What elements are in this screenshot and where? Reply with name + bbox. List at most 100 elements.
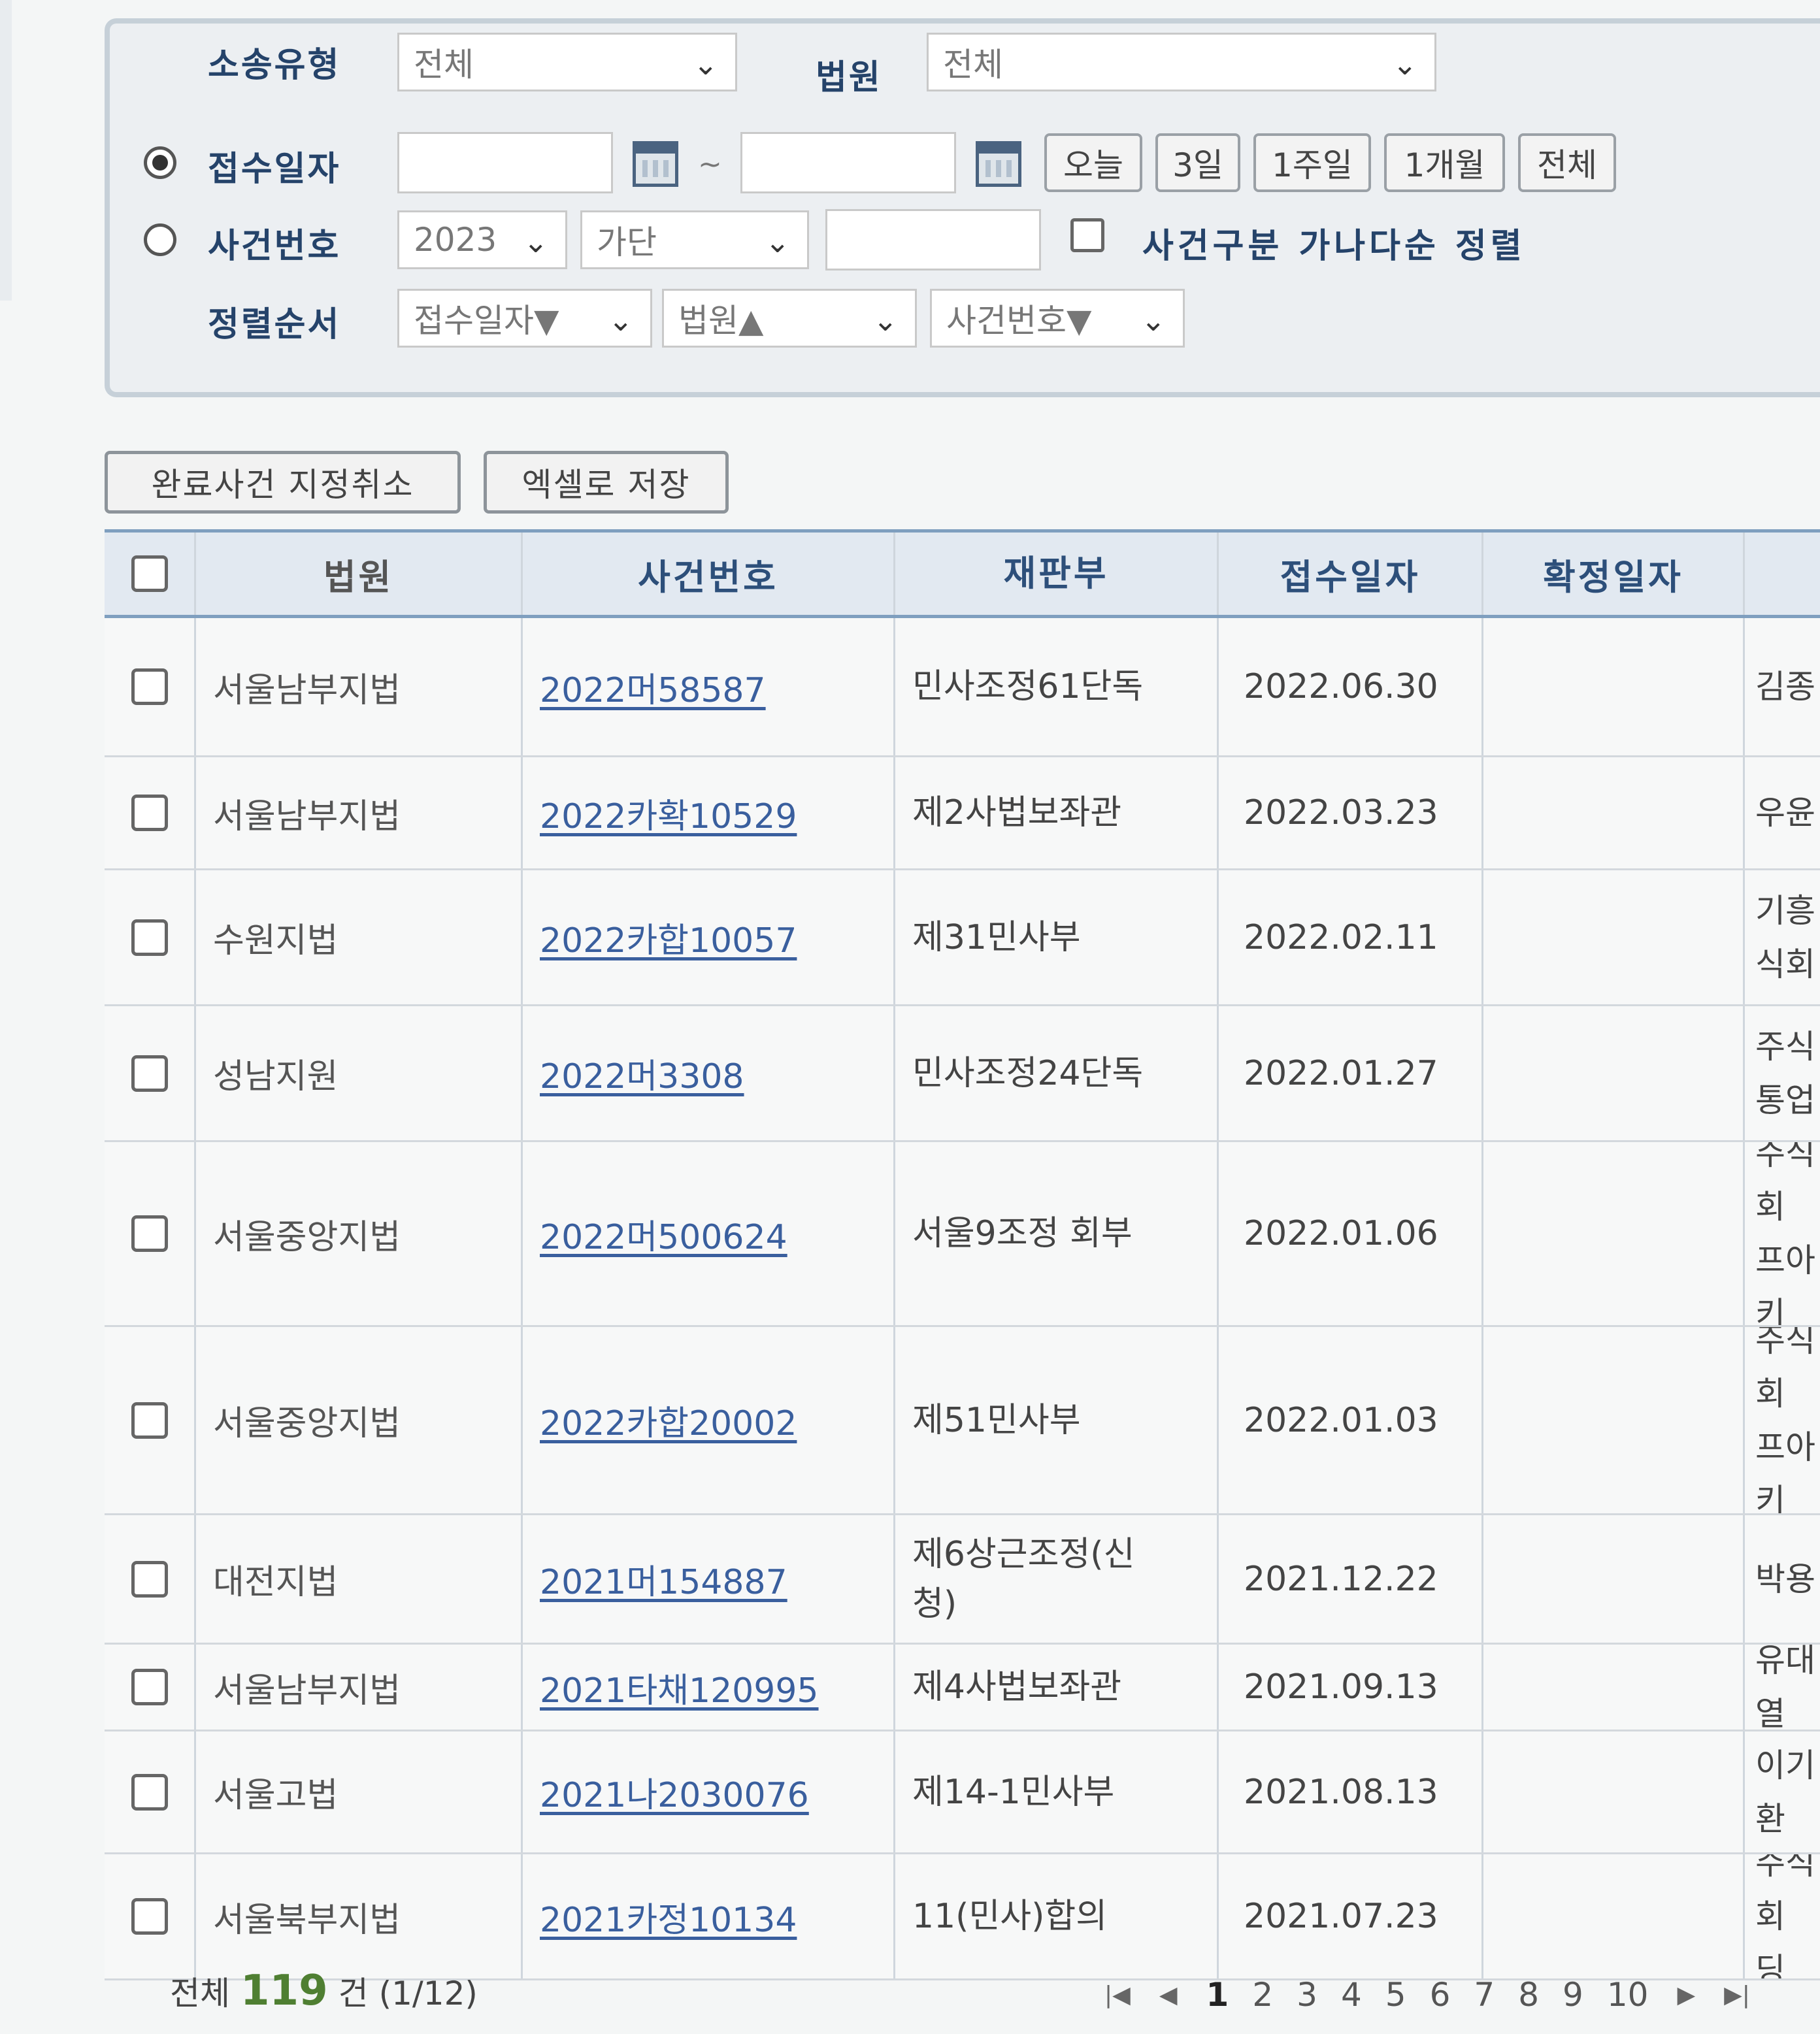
table-row[interactable]: 성남지원 2022머3308 민사조정24단독 2022.01.27 주식 통업 xyxy=(105,1006,1820,1142)
case-type-label: 소송유형 xyxy=(208,45,341,85)
cancel-completed-button[interactable]: 완료사건 지정취소 xyxy=(105,451,461,514)
page-number-link[interactable]: 6 xyxy=(1430,1976,1451,2014)
case-number-link[interactable]: 2022카확10529 xyxy=(540,789,797,838)
calendar-icon[interactable] xyxy=(633,141,678,187)
case-year-value: 2023 xyxy=(414,221,497,259)
case-number-cell: 2021나2030076 xyxy=(523,1731,895,1852)
case-number-link[interactable]: 2022머500624 xyxy=(540,1209,787,1258)
confirmed-date-cell xyxy=(1483,1327,1745,1513)
header-court[interactable]: 법원 xyxy=(196,533,523,615)
department-cell: 서울9조정 회부 xyxy=(895,1142,1219,1325)
case-number-link[interactable]: 2022머3308 xyxy=(540,1049,744,1098)
total-count: 119 xyxy=(240,1967,328,2015)
receipt-date-label: 접수일자 xyxy=(208,150,341,189)
page-number-link[interactable]: 8 xyxy=(1518,1976,1539,2014)
court-cell: 서울남부지법 xyxy=(196,618,523,755)
case-number-cell: 2022머3308 xyxy=(523,1006,895,1140)
sort-1-select[interactable]: 접수일자▼ ⌄ xyxy=(397,289,652,348)
date-separator: ~ xyxy=(698,148,722,181)
date-to-input[interactable] xyxy=(740,132,956,193)
row-checkbox[interactable] xyxy=(131,1560,168,1598)
table-row[interactable]: 서울북부지법 2021카정10134 11(민사)합의 2021.07.23 주식회 딩 xyxy=(105,1854,1820,1980)
table-row[interactable]: 서울남부지법 2022머58587 민사조정61단독 2022.06.30 김종 xyxy=(105,618,1820,757)
court-cell: 서울북부지법 xyxy=(196,1854,523,1978)
date-from-input[interactable] xyxy=(397,132,613,193)
case-type-select[interactable]: 전체 ⌄ xyxy=(397,33,737,91)
table-row[interactable]: 대전지법 2021머154887 제6상근조정(신 청) 2021.12.22 박용 xyxy=(105,1515,1820,1645)
page-number-link[interactable]: 4 xyxy=(1341,1976,1362,2014)
table-row[interactable]: 수원지법 2022카합10057 제31민사부 2022.02.11 기흥 식회 xyxy=(105,870,1820,1006)
quick-range-today-button[interactable]: 오늘 xyxy=(1044,133,1142,192)
sort-2-select[interactable]: 법원▲ ⌄ xyxy=(662,289,917,348)
confirmed-date-cell xyxy=(1483,1142,1745,1325)
chevron-down-icon: ⌄ xyxy=(608,303,633,338)
table-row[interactable]: 서울남부지법 2021타채120995 제4사법보좌관 2021.09.13 유대열 xyxy=(105,1645,1820,1731)
chevron-down-icon: ⌄ xyxy=(1140,303,1166,338)
case-number-radio[interactable] xyxy=(144,223,176,256)
row-checkbox[interactable] xyxy=(131,1773,168,1811)
total-prefix: 전체 xyxy=(170,1975,230,2012)
chevron-down-icon: ⌄ xyxy=(1392,46,1417,82)
case-number-link[interactable]: 2021타채120995 xyxy=(540,1663,819,1712)
department-cell: 제31민사부 xyxy=(895,870,1219,1004)
case-number-link[interactable]: 2021카정10134 xyxy=(540,1892,797,1941)
save-excel-button[interactable]: 엑셀로 저장 xyxy=(484,451,729,514)
total-suffix: 건 xyxy=(338,1975,369,2012)
pagination: |◀ ◀ 1 2 3 4 5 6 7 8 9 10 ▶ ▶| xyxy=(1104,1976,1750,2014)
last-page-icon[interactable]: ▶| xyxy=(1724,1982,1750,2009)
case-number-link[interactable]: 2022머58587 xyxy=(540,663,766,712)
chevron-down-icon: ⌄ xyxy=(523,224,548,259)
page-number-link[interactable]: 5 xyxy=(1385,1976,1406,2014)
court-cell: 서울중앙지법 xyxy=(196,1327,523,1513)
calendar-icon[interactable] xyxy=(976,141,1021,187)
case-number-link[interactable]: 2021머154887 xyxy=(540,1554,787,1603)
next-page-icon[interactable]: ▶ xyxy=(1677,1982,1695,2009)
page-number-link[interactable]: 9 xyxy=(1563,1976,1583,2014)
case-number-cell: 2022머58587 xyxy=(523,618,895,755)
case-serial-input[interactable] xyxy=(825,209,1041,271)
page-number-link[interactable]: 7 xyxy=(1474,1976,1495,2014)
header-case-number[interactable]: 사건번호 xyxy=(523,533,895,615)
court-select[interactable]: 전체 ⌄ xyxy=(927,33,1436,91)
party-cell: 이기환 xyxy=(1755,1746,1815,1838)
sort-by-type-checkbox[interactable] xyxy=(1070,218,1104,252)
row-checkbox[interactable] xyxy=(131,1898,168,1935)
quick-range-3days-button[interactable]: 3일 xyxy=(1155,133,1240,192)
header-receipt-date[interactable]: 접수일자 xyxy=(1219,533,1483,615)
case-number-label: 사건번호 xyxy=(208,227,341,266)
row-checkbox[interactable] xyxy=(131,1669,168,1705)
sort-3-select[interactable]: 사건번호▼ ⌄ xyxy=(930,289,1185,348)
page-number-link[interactable]: 10 xyxy=(1607,1976,1649,2014)
case-number-link[interactable]: 2021나2030076 xyxy=(540,1767,809,1816)
court-cell: 서울중앙지법 xyxy=(196,1142,523,1325)
quick-range-1week-button[interactable]: 1주일 xyxy=(1253,133,1371,192)
table-row[interactable]: 서울고법 2021나2030076 제14-1민사부 2021.08.13 이기환 xyxy=(105,1731,1820,1854)
case-year-select[interactable]: 2023 ⌄ xyxy=(397,210,567,269)
page-number-link[interactable]: 2 xyxy=(1252,1976,1273,2014)
court-cell: 서울남부지법 xyxy=(196,757,523,868)
header-confirmed-date[interactable]: 확정일자 xyxy=(1483,533,1745,615)
page-number-link[interactable]: 1 xyxy=(1206,1976,1229,2014)
header-department[interactable]: 재판부 xyxy=(895,533,1219,615)
quick-range-all-button[interactable]: 전체 xyxy=(1518,133,1616,192)
case-number-cell: 2022카확10529 xyxy=(523,757,895,868)
table-row[interactable]: 서울중앙지법 2022카합20002 제51민사부 2022.01.03 주식회 프아키 xyxy=(105,1327,1820,1515)
table-row[interactable]: 서울중앙지법 2022머500624 서울9조정 회부 2022.01.06 주식회 프… xyxy=(105,1142,1820,1327)
table-row[interactable]: 서울남부지법 2022카확10529 제2사법보좌관 2022.03.23 우윤 xyxy=(105,757,1820,870)
prev-page-icon[interactable]: ◀ xyxy=(1159,1982,1178,2009)
row-checkbox[interactable] xyxy=(131,1055,168,1092)
row-checkbox[interactable] xyxy=(131,668,168,705)
row-checkbox[interactable] xyxy=(131,1215,168,1252)
case-number-link[interactable]: 2022카합10057 xyxy=(540,913,797,962)
row-checkbox[interactable] xyxy=(131,795,168,831)
page-number-link[interactable]: 3 xyxy=(1297,1976,1317,2014)
row-checkbox[interactable] xyxy=(131,919,168,956)
row-checkbox[interactable] xyxy=(131,1402,168,1439)
case-number-cell: 2021카정10134 xyxy=(523,1854,895,1978)
receipt-date-radio[interactable] xyxy=(144,146,176,179)
quick-range-1month-button[interactable]: 1개월 xyxy=(1384,133,1505,192)
first-page-icon[interactable]: |◀ xyxy=(1104,1982,1131,2009)
case-code-select[interactable]: 가단 ⌄ xyxy=(580,210,809,269)
select-all-checkbox[interactable] xyxy=(131,555,168,592)
case-number-link[interactable]: 2022카합20002 xyxy=(540,1396,797,1445)
